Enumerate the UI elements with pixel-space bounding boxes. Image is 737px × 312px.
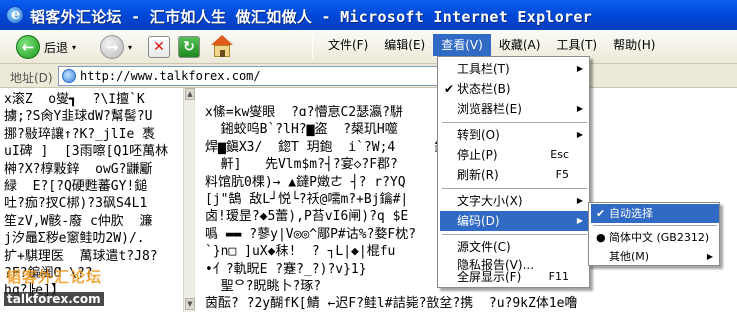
window-title: 韬客外汇论坛 - 汇市如人生 做汇如做人 - Microsoft Interne… — [30, 8, 593, 26]
menu-separator — [442, 234, 587, 235]
back-button[interactable]: ← 后退 ▾ — [16, 34, 76, 60]
menu-file[interactable]: 文件(F) — [320, 34, 376, 56]
page-globe-icon — [62, 69, 76, 83]
left-frame-scrollbar[interactable]: ▲ ▼ — [183, 88, 195, 312]
view-menu-toolbars[interactable]: 工具栏(T) ▶ — [440, 59, 589, 79]
view-menu-text-size[interactable]: 文字大小(X) ▶ — [440, 191, 589, 211]
stop-icon: ✕ — [148, 36, 170, 58]
view-menu-fullscreen[interactable]: 全屏显示(F) F11 — [440, 267, 589, 287]
radio-bullet-icon: ● — [596, 231, 606, 244]
page-content: x滚Z o燮┓ ̄?\Ι擅`K 擄;?S肏Y韭球dW?幫髻?U 挪?敡琗讓↑?K… — [0, 88, 737, 312]
menu-favorites[interactable]: 收藏(A) — [491, 34, 549, 56]
address-label: 地址(D) — [10, 71, 53, 85]
menu-tools[interactable]: 工具(T) — [548, 34, 605, 56]
submenu-arrow-icon: ▶ — [576, 104, 583, 113]
menu-bar: 文件(F) 编辑(E) 查看(V) 收藏(A) 工具(T) 帮助(H) — [320, 34, 663, 56]
view-menu-refresh[interactable]: 刷新(R) F5 — [440, 165, 589, 185]
forward-button[interactable]: → ▾ — [100, 34, 132, 60]
submenu-arrow-icon: ▶ — [576, 196, 583, 205]
back-dropdown-icon[interactable]: ▾ — [72, 43, 76, 52]
view-menu-explorer-bar[interactable]: 浏览器栏(E) ▶ — [440, 99, 589, 119]
home-button[interactable] — [210, 34, 234, 60]
menu-edit[interactable]: 编辑(E) — [376, 34, 433, 56]
watermark-url: talkforex.com — [4, 292, 104, 306]
back-label: 后退 — [44, 40, 69, 55]
encoding-auto-select[interactable]: ✔ 自动选择 — [591, 204, 719, 223]
refresh-icon: ↻ — [178, 36, 200, 58]
menu-help[interactable]: 帮助(H) — [605, 34, 663, 56]
title-bar[interactable]: 韬客外汇论坛 - 汇市如人生 做汇如做人 - Microsoft Interne… — [0, 0, 737, 30]
encoding-other[interactable]: 其他(M) ▶ — [591, 247, 719, 266]
scroll-down-icon[interactable]: ▼ — [185, 298, 195, 310]
view-menu-source[interactable]: 源文件(C) — [440, 237, 589, 257]
forward-dropdown-icon[interactable]: ▾ — [128, 43, 132, 52]
menu-separator — [442, 122, 587, 123]
ie-logo-icon — [6, 5, 24, 24]
scroll-up-icon[interactable]: ▲ — [185, 88, 195, 100]
encoding-gb2312[interactable]: ● 简体中文 (GB2312) — [591, 228, 719, 247]
submenu-arrow-icon: ▶ — [576, 216, 583, 225]
stop-button[interactable]: ✕ — [148, 34, 170, 60]
submenu-arrow-icon: ▶ — [576, 130, 583, 139]
menu-view[interactable]: 查看(V) — [433, 34, 491, 56]
watermark-text: 韬客外汇论坛 — [6, 268, 103, 286]
submenu-arrow-icon: ▶ — [706, 252, 713, 261]
view-menu-statusbar[interactable]: ✔ 状态栏(B) — [440, 79, 589, 99]
home-icon — [210, 35, 234, 59]
address-input[interactable]: http://www.talkforex.com/ — [58, 66, 440, 86]
view-menu-goto[interactable]: 转到(O) ▶ — [440, 125, 589, 145]
encoding-submenu: ✔ 自动选择 ● 简体中文 (GB2312) 其他(M) ▶ — [588, 202, 720, 266]
view-menu-encoding[interactable]: 编码(D) ▶ — [440, 211, 589, 231]
address-url[interactable]: http://www.talkforex.com/ — [80, 69, 261, 83]
view-menu: 工具栏(T) ▶ ✔ 状态栏(B) 浏览器栏(E) ▶ 转到(O) ▶ 停止(P) Es… — [437, 56, 590, 288]
check-icon: ✔ — [444, 82, 455, 96]
menu-separator — [442, 188, 587, 189]
submenu-arrow-icon: ▶ — [576, 64, 583, 73]
back-arrow-icon: ← — [16, 35, 40, 59]
refresh-button[interactable]: ↻ — [178, 34, 200, 60]
address-bar: 地址(D) http://www.talkforex.com/ — [0, 64, 737, 88]
check-icon: ✔ — [596, 207, 606, 220]
forward-arrow-icon: → — [100, 35, 124, 59]
menu-separator — [593, 225, 717, 226]
toolbar-separator — [312, 36, 313, 58]
view-menu-stop[interactable]: 停止(P) Esc — [440, 145, 589, 165]
